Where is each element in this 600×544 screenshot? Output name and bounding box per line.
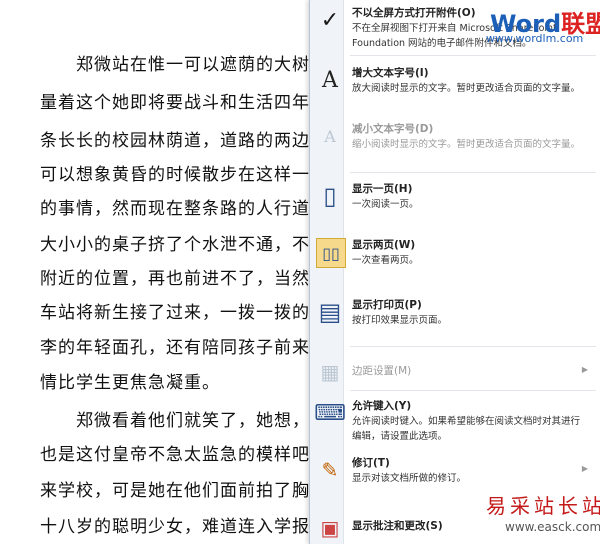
menu-item-title: 边距设置(M) <box>352 365 412 377</box>
show-comments-icon: ▣ <box>320 516 340 540</box>
menu-item-desc: 显示对该文档所做的修订。 <box>352 473 467 484</box>
menu-item-title: 显示一页(H) <box>352 183 413 195</box>
menu-item-decrease-text-size[interactable]: A 减小文本字号(D) 缩小阅读时显示的文字。暂时更改适合页面的文字量。 <box>312 120 598 168</box>
easck-url-watermark: www.easck.com <box>505 520 600 534</box>
doc-line: 来学校，可是她在他们面前拍了胸 <box>40 481 310 501</box>
submenu-arrow-icon: ▶ <box>581 365 588 374</box>
menu-item-allow-typing[interactable]: ⌨ 允许键入(Y) 允许阅读时键入。如果希望能够在阅读文档时对其进行编辑，请设置… <box>312 397 598 442</box>
menu-item-title: 显示两页(W) <box>352 239 416 251</box>
menu-separator <box>350 390 596 391</box>
menu-item-track-changes[interactable]: ✎ 修订(T) 显示对该文档所做的修订。 ▶ <box>312 454 598 490</box>
doc-line: 也是这付皇帝不急太监急的模样吧 <box>40 445 310 465</box>
one-page-icon: ▯ <box>323 182 337 210</box>
menu-item-title: 减小文本字号(D) <box>352 123 434 135</box>
doc-line: 十八岁的聪明少女，难道连入学报 <box>40 517 310 537</box>
menu-item-margin-settings[interactable]: ▦ 边距设置(M) ▶ <box>312 356 598 384</box>
easck-site-watermark: 易采站长站 <box>486 494 600 518</box>
menu-item-title: 显示打印页(P) <box>352 299 422 311</box>
menu-item-show-two-pages[interactable]: ▯▯ 显示两页(W) 一次查看两页。 <box>312 236 598 276</box>
document-page: 郑微站在惟一可以遮荫的大树 量着这个她即将要战斗和生活四年 条长长的校园林荫道，… <box>0 0 312 544</box>
margin-settings-icon: ▦ <box>320 360 340 384</box>
menu-item-desc: 允许阅读时键入。如果希望能够在阅读文档时对其进行编辑，请设置此选项。 <box>352 416 581 442</box>
doc-line: 附近的位置，再也前进不了，当然 <box>40 269 310 289</box>
menu-item-title: 不以全屏方式打开附件(O) <box>352 7 476 19</box>
doc-line: 李的年轻面孔，还有陪同孩子前来 <box>40 338 310 358</box>
menu-item-show-print-page[interactable]: ▤ 显示打印页(P) 按打印效果显示页面。 <box>312 296 598 336</box>
track-changes-icon: ✎ <box>321 458 339 482</box>
menu-item-desc: 按打印效果显示页面。 <box>352 315 448 326</box>
doc-line: 可以想象黄昏的时候散步在这样一 <box>40 165 310 185</box>
print-page-icon: ▤ <box>318 298 342 326</box>
menu-item-title: 增大文本字号(I) <box>352 67 429 79</box>
doc-line: 条长长的校园林荫道，道路的两边 <box>40 131 310 151</box>
menu-item-title: 显示批注和更改(S) <box>352 520 443 532</box>
increase-text-size-icon: A <box>322 67 338 93</box>
doc-line: 的事情，然而现在整条路的人行道 <box>40 199 310 219</box>
menu-separator <box>350 172 596 173</box>
checkmark-icon: ✓ <box>320 7 340 33</box>
wordlm-url-watermark: www.wordlm.com <box>486 32 584 45</box>
menu-item-desc: 缩小阅读时显示的文字。暂时更改适合页面的文字量。 <box>352 139 581 150</box>
doc-line: 郑微站在惟一可以遮荫的大树 <box>40 55 310 75</box>
menu-item-show-one-page[interactable]: ▯ 显示一页(H) 一次阅读一页。 <box>312 180 598 224</box>
two-pages-icon: ▯▯ <box>316 238 346 268</box>
doc-line: 大小小的桌子挤了个水泄不通，不 <box>40 235 310 255</box>
allow-typing-icon: ⌨ <box>314 400 346 426</box>
doc-line: 量着这个她即将要战斗和生活四年 <box>40 93 310 113</box>
doc-line: 郑微看着他们就笑了，她想， <box>40 411 310 431</box>
doc-line: 车站将新生接了过来，一拨一拨的 <box>40 303 310 323</box>
menu-item-title: 允许键入(Y) <box>352 400 412 412</box>
menu-separator <box>350 346 596 347</box>
menu-item-desc: 放大阅读时显示的文字。暂时更改适合页面的文字量。 <box>352 83 581 94</box>
menu-item-title: 修订(T) <box>352 457 390 469</box>
view-options-menu: ✓ 不以全屏方式打开附件(O) 不在全屏视图下打开来自 Microsoft Sh… <box>309 0 600 544</box>
menu-separator <box>350 55 596 56</box>
menu-item-increase-text-size[interactable]: A 增大文本字号(I) 放大阅读时显示的文字。暂时更改适合页面的文字量。 <box>312 64 598 112</box>
menu-item-desc: 一次查看两页。 <box>352 255 419 266</box>
doc-line: 情比学生更焦急凝重。 <box>40 373 220 393</box>
menu-item-desc: 一次阅读一页。 <box>352 199 419 210</box>
submenu-arrow-icon: ▶ <box>581 464 588 473</box>
decrease-text-size-icon: A <box>324 126 336 146</box>
